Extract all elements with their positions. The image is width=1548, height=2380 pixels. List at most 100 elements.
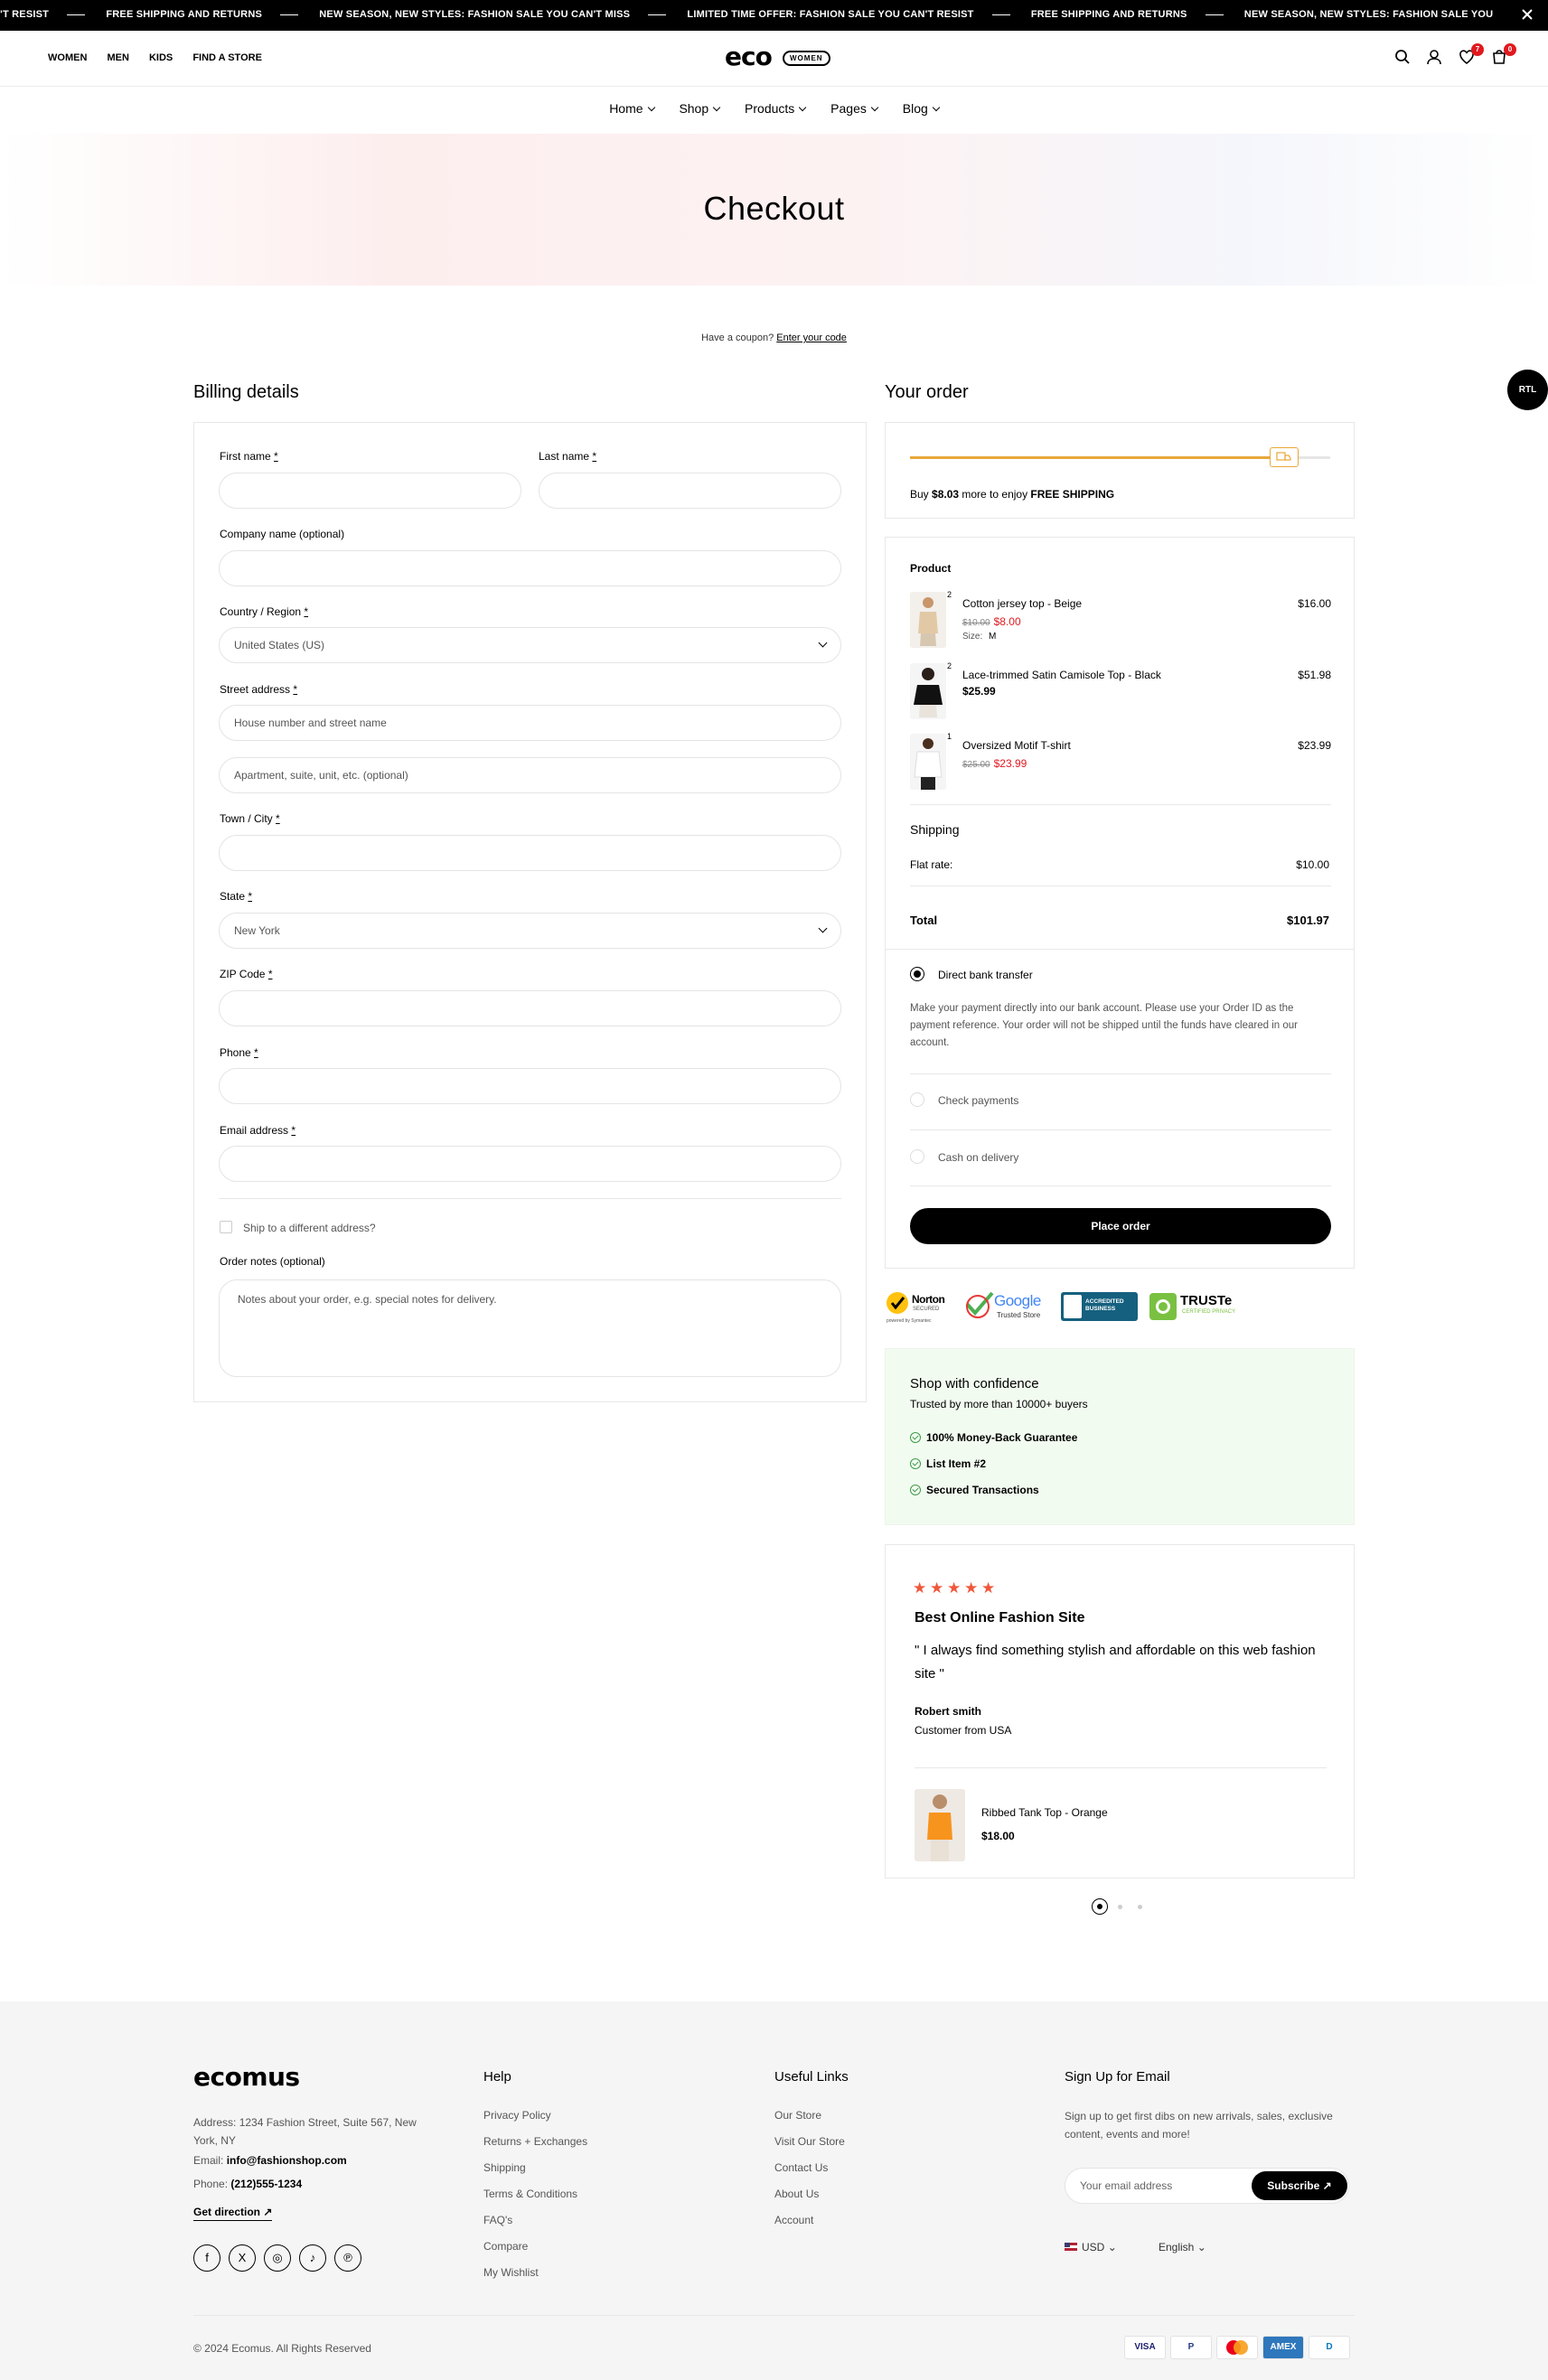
chevron-down-icon: ⌄	[1196, 2241, 1206, 2254]
footer-link[interactable]: Compare	[483, 2240, 528, 2253]
footer-phone: Phone: (212)555-1234	[193, 2178, 303, 2190]
nav-blog[interactable]: Blog	[903, 101, 939, 116]
language-selector[interactable]: English ⌄	[1159, 2241, 1206, 2254]
announcement-item: LIMITED TIME OFFER: FASHION SALE YOU CAN…	[687, 9, 974, 21]
subscribe-button[interactable]: Subscribe ↗	[1252, 2171, 1347, 2200]
nav-home[interactable]: Home	[609, 101, 653, 116]
order-notes-textarea[interactable]: Notes about your order, e.g. special not…	[219, 1279, 841, 1377]
bank-transfer-description: Make your payment directly into our bank…	[910, 1003, 1298, 1048]
country-select[interactable]: United States (US)	[219, 627, 841, 663]
topnav-find-store[interactable]: FIND A STORE	[192, 52, 262, 63]
bank-transfer-radio[interactable]	[910, 967, 924, 981]
flat-rate-value: $10.00	[1296, 858, 1329, 871]
footer-link[interactable]: Shipping	[483, 2161, 526, 2174]
announcement-item: FREE SHIPPING AND RETURNS	[106, 9, 263, 21]
street-input[interactable]: House number and street name	[219, 705, 841, 741]
truck-icon	[1269, 447, 1299, 467]
announcement-bar: N'T RESIST FREE SHIPPING AND RETURNS NEW…	[0, 0, 1548, 31]
footer-logo[interactable]: ecomus	[193, 2062, 300, 2092]
search-icon[interactable]	[1394, 49, 1412, 67]
first-name-label: First name *	[220, 450, 278, 463]
product-image[interactable]	[915, 1789, 965, 1861]
topnav-kids[interactable]: KIDS	[149, 52, 173, 63]
testimonial-card: ★ ★ ★ ★ ★ Best Online Fashion Site " I alway…	[885, 1544, 1355, 1879]
billing-title: Billing details	[193, 382, 299, 402]
ship-different-checkbox[interactable]	[220, 1221, 232, 1233]
country-label: Country / Region *	[220, 605, 309, 618]
facebook-icon[interactable]: f	[193, 2244, 220, 2272]
account-icon[interactable]	[1426, 49, 1444, 67]
announcement-item: N'T RESIST	[0, 9, 50, 21]
footer-email: Email: info@fashionshop.com	[193, 2154, 347, 2167]
company-input[interactable]	[219, 550, 841, 586]
state-label: State *	[220, 890, 253, 903]
place-order-button[interactable]: Place order	[910, 1208, 1331, 1244]
footer-link[interactable]: Terms & Conditions	[483, 2188, 577, 2200]
cash-on-delivery-label: Cash on delivery	[938, 1151, 1019, 1164]
nav-products[interactable]: Products	[745, 101, 805, 116]
bbb-badge: ACCREDITED BUSINESS	[1061, 1289, 1138, 1322]
carousel-dot[interactable]	[1118, 1905, 1122, 1909]
nav-pages[interactable]: Pages	[830, 101, 877, 116]
footer-link[interactable]: FAQ's	[483, 2214, 512, 2226]
testimonial-product-name[interactable]: Ribbed Tank Top - Orange	[981, 1806, 1108, 1819]
city-input[interactable]	[219, 835, 841, 871]
topnav-women[interactable]: WOMEN	[48, 52, 87, 63]
order-item: 2 Cotton jersey top - Beige $10.00 $8.00 …	[910, 590, 1331, 655]
zip-label: ZIP Code *	[220, 968, 273, 980]
footer-link[interactable]: Account	[774, 2214, 813, 2226]
norton-badge: Norton SECURED powered by Symantec	[887, 1292, 945, 1324]
pinterest-icon[interactable]: ℗	[334, 2244, 361, 2272]
divider	[910, 804, 1331, 805]
footer-link[interactable]: Contact Us	[774, 2161, 828, 2174]
tiktok-icon[interactable]: ♪	[299, 2244, 326, 2272]
copyright: © 2024 Ecomus. All Rights Reserved	[193, 2342, 371, 2355]
instagram-icon[interactable]: ◎	[264, 2244, 291, 2272]
diners-icon: D	[1309, 2336, 1350, 2359]
zip-input[interactable]	[219, 990, 841, 1026]
footer-link[interactable]: About Us	[774, 2188, 819, 2200]
bank-transfer-label: Direct bank transfer	[938, 969, 1033, 981]
check-payments-radio[interactable]	[910, 1092, 924, 1107]
announcement-track: N'T RESIST FREE SHIPPING AND RETURNS NEW…	[0, 9, 1493, 20]
currency-selector[interactable]: USD ⌄	[1065, 2241, 1117, 2254]
email-input[interactable]	[219, 1146, 841, 1182]
confidence-subtitle: Trusted by more than 10000+ buyers	[910, 1398, 1088, 1410]
item-total: $16.00	[1298, 597, 1331, 610]
footer-link[interactable]: Privacy Policy	[483, 2109, 551, 2122]
footer-link[interactable]: Our Store	[774, 2109, 821, 2122]
item-quantity: 1	[947, 732, 952, 741]
cash-on-delivery-radio[interactable]	[910, 1149, 924, 1164]
divider	[910, 1129, 1331, 1130]
footer-link[interactable]: My Wishlist	[483, 2266, 539, 2279]
coupon-link[interactable]: Enter your code	[776, 333, 847, 343]
coupon-text: Have a coupon?	[701, 333, 774, 343]
apartment-input[interactable]: Apartment, suite, unit, etc. (optional)	[219, 757, 841, 793]
item-price: $25.99	[962, 685, 996, 698]
footer-help-title: Help	[483, 2069, 511, 2085]
product-image	[910, 734, 946, 790]
last-name-input[interactable]	[539, 473, 841, 509]
cart-icon[interactable]: 0	[1491, 43, 1516, 67]
close-icon[interactable]	[1519, 7, 1535, 23]
first-name-input[interactable]	[219, 473, 521, 509]
shipping-title: Shipping	[910, 822, 960, 837]
phone-input[interactable]	[219, 1068, 841, 1104]
testimonial-author: Robert smith	[915, 1705, 982, 1718]
topnav-men[interactable]: MEN	[107, 52, 128, 63]
carousel-dot-active[interactable]	[1092, 1898, 1108, 1915]
footer-link[interactable]: Visit Our Store	[774, 2135, 845, 2148]
get-direction-link[interactable]: Get direction ↗	[193, 2206, 273, 2221]
wishlist-icon[interactable]: 7	[1459, 43, 1484, 67]
flat-rate-label: Flat rate:	[910, 858, 953, 871]
check-payments-label: Check payments	[938, 1094, 1019, 1107]
state-select[interactable]: New York	[219, 913, 841, 949]
announcement-item: NEW SEASON, NEW STYLES: FASHION SALE YOU…	[319, 9, 631, 21]
rtl-toggle-button[interactable]: RTL	[1507, 370, 1548, 410]
item-total: $23.99	[1298, 739, 1331, 752]
footer-link[interactable]: Returns + Exchanges	[483, 2135, 587, 2148]
nav-shop[interactable]: Shop	[679, 101, 719, 116]
x-twitter-icon[interactable]: X	[229, 2244, 256, 2272]
divider	[219, 1198, 841, 1199]
carousel-dot[interactable]	[1138, 1905, 1142, 1909]
